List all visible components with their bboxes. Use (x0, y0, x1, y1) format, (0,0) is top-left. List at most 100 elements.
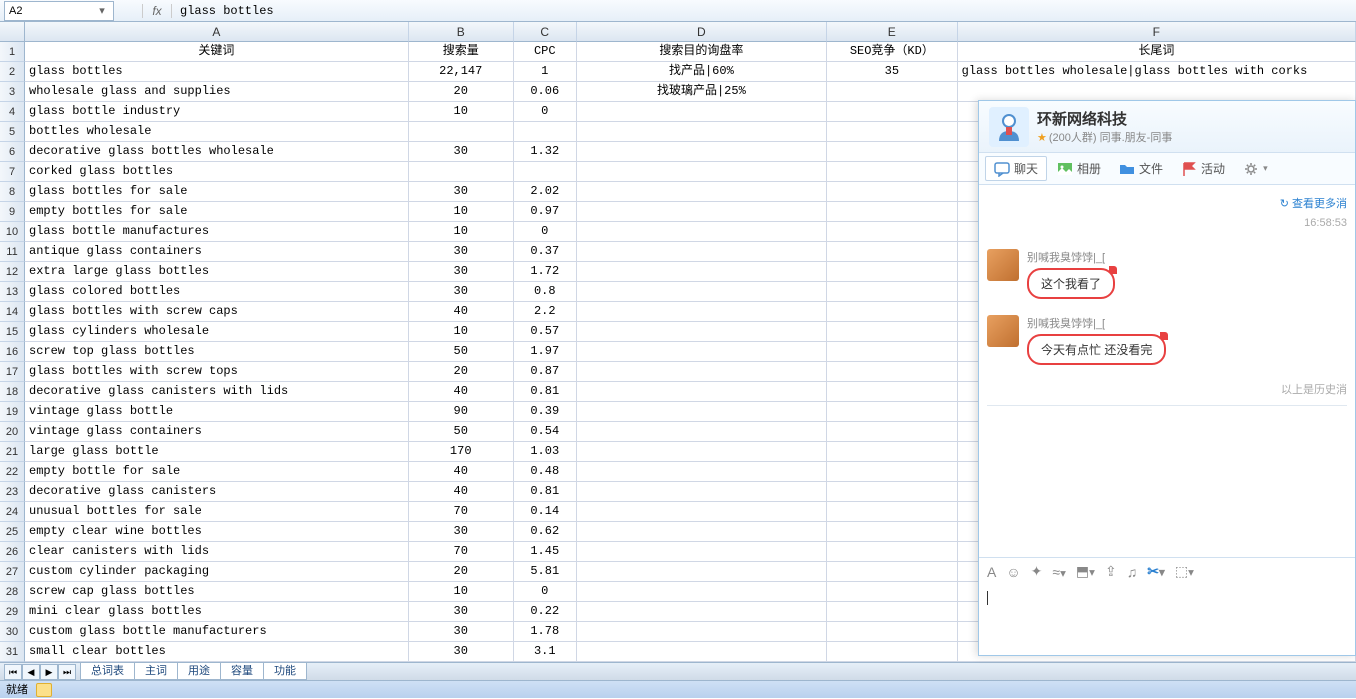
cell[interactable] (827, 222, 958, 242)
cell[interactable]: large glass bottle (25, 442, 409, 462)
header-cell[interactable]: 关键词 (25, 42, 409, 62)
image-icon[interactable]: ⬒▾ (1076, 563, 1095, 580)
row-header[interactable]: 2 (0, 62, 25, 82)
tab-album[interactable]: 相册 (1049, 157, 1109, 180)
cell[interactable]: mini clear glass bottles (25, 602, 409, 622)
cell[interactable] (577, 242, 827, 262)
cell[interactable] (827, 462, 958, 482)
row-header[interactable]: 20 (0, 422, 25, 442)
cell[interactable]: 40 (409, 302, 514, 322)
cell[interactable] (514, 122, 577, 142)
cell[interactable]: decorative glass bottles wholesale (25, 142, 409, 162)
row-header[interactable]: 31 (0, 642, 25, 662)
cell[interactable]: 5.81 (514, 562, 577, 582)
row-header[interactable]: 23 (0, 482, 25, 502)
cell[interactable] (827, 262, 958, 282)
cell[interactable] (577, 402, 827, 422)
cell[interactable]: bottles wholesale (25, 122, 409, 142)
cell[interactable]: 0.39 (514, 402, 577, 422)
cell[interactable]: 20 (409, 562, 514, 582)
row-header[interactable]: 29 (0, 602, 25, 622)
row-header[interactable]: 4 (0, 102, 25, 122)
cell[interactable] (577, 222, 827, 242)
cell[interactable]: 2.02 (514, 182, 577, 202)
cell[interactable]: 0.37 (514, 242, 577, 262)
cell[interactable]: clear canisters with lids (25, 542, 409, 562)
cell[interactable]: 1.03 (514, 442, 577, 462)
cell[interactable]: empty bottle for sale (25, 462, 409, 482)
cell[interactable] (827, 402, 958, 422)
music-icon[interactable]: ♫ (1127, 564, 1138, 580)
cell[interactable] (577, 502, 827, 522)
chat-input[interactable] (979, 585, 1355, 655)
cell[interactable]: 50 (409, 342, 514, 362)
cell[interactable] (827, 522, 958, 542)
sheet-tab[interactable]: 主词 (134, 663, 178, 680)
cell[interactable] (958, 82, 1356, 102)
cell[interactable] (409, 122, 514, 142)
cell[interactable] (577, 422, 827, 442)
cell[interactable] (577, 102, 827, 122)
cell[interactable]: 0.97 (514, 202, 577, 222)
cell[interactable]: 1.45 (514, 542, 577, 562)
tab-activity[interactable]: 活动 (1173, 157, 1233, 180)
gif-icon[interactable]: ≈▾ (1052, 564, 1066, 580)
cell[interactable]: 2.2 (514, 302, 577, 322)
row-header[interactable]: 3 (0, 82, 25, 102)
cell[interactable]: 0.62 (514, 522, 577, 542)
row-header[interactable]: 9 (0, 202, 25, 222)
header-cell[interactable]: SEO竞争（KD） (827, 42, 958, 62)
row-header[interactable]: 17 (0, 362, 25, 382)
cell[interactable] (577, 262, 827, 282)
window-icon[interactable]: ⬚▾ (1175, 563, 1194, 580)
cell[interactable]: 找玻璃产品|25% (577, 82, 827, 102)
cell[interactable] (827, 342, 958, 362)
cell[interactable]: glass bottles with screw caps (25, 302, 409, 322)
cell[interactable]: 找产品|60% (577, 62, 827, 82)
cell[interactable] (827, 182, 958, 202)
status-record-icon[interactable] (36, 683, 52, 697)
col-header-C[interactable]: C (514, 22, 577, 42)
cell[interactable]: 0.48 (514, 462, 577, 482)
cell[interactable]: 1.97 (514, 342, 577, 362)
cell[interactable] (577, 282, 827, 302)
cell[interactable] (577, 542, 827, 562)
cell[interactable]: 10 (409, 202, 514, 222)
cell[interactable]: 30 (409, 142, 514, 162)
cell[interactable]: 0 (514, 222, 577, 242)
row-header[interactable]: 7 (0, 162, 25, 182)
cell[interactable]: 1 (514, 62, 577, 82)
tab-nav-prev-icon[interactable]: ◀ (22, 664, 40, 680)
cell[interactable]: small clear bottles (25, 642, 409, 662)
col-header-A[interactable]: A (25, 22, 409, 42)
cell[interactable] (827, 322, 958, 342)
cell[interactable]: 30 (409, 262, 514, 282)
cell[interactable] (577, 602, 827, 622)
tab-settings[interactable]: ▾ (1235, 158, 1276, 180)
cell[interactable]: 20 (409, 362, 514, 382)
row-header[interactable]: 21 (0, 442, 25, 462)
cell[interactable] (577, 122, 827, 142)
cell[interactable]: 30 (409, 182, 514, 202)
cell[interactable]: glass bottles (25, 62, 409, 82)
cell[interactable]: 10 (409, 582, 514, 602)
cell[interactable]: 170 (409, 442, 514, 462)
row-header[interactable]: 25 (0, 522, 25, 542)
col-header-E[interactable]: E (827, 22, 958, 42)
cell[interactable]: corked glass bottles (25, 162, 409, 182)
cell[interactable] (827, 562, 958, 582)
cell[interactable]: 0.57 (514, 322, 577, 342)
name-box-dropdown-icon[interactable]: ▾ (95, 4, 109, 17)
cell[interactable] (577, 182, 827, 202)
view-more-link[interactable]: 查看更多消 (987, 195, 1347, 211)
cell[interactable]: wholesale glass and supplies (25, 82, 409, 102)
cell[interactable] (577, 382, 827, 402)
cell[interactable]: glass bottles with screw tops (25, 362, 409, 382)
cell[interactable]: 0.87 (514, 362, 577, 382)
cell[interactable]: custom cylinder packaging (25, 562, 409, 582)
screenshot-icon[interactable]: ✂▾ (1147, 563, 1165, 580)
cell[interactable]: empty bottles for sale (25, 202, 409, 222)
cell[interactable] (827, 162, 958, 182)
cell[interactable]: empty clear wine bottles (25, 522, 409, 542)
cell[interactable]: 50 (409, 422, 514, 442)
